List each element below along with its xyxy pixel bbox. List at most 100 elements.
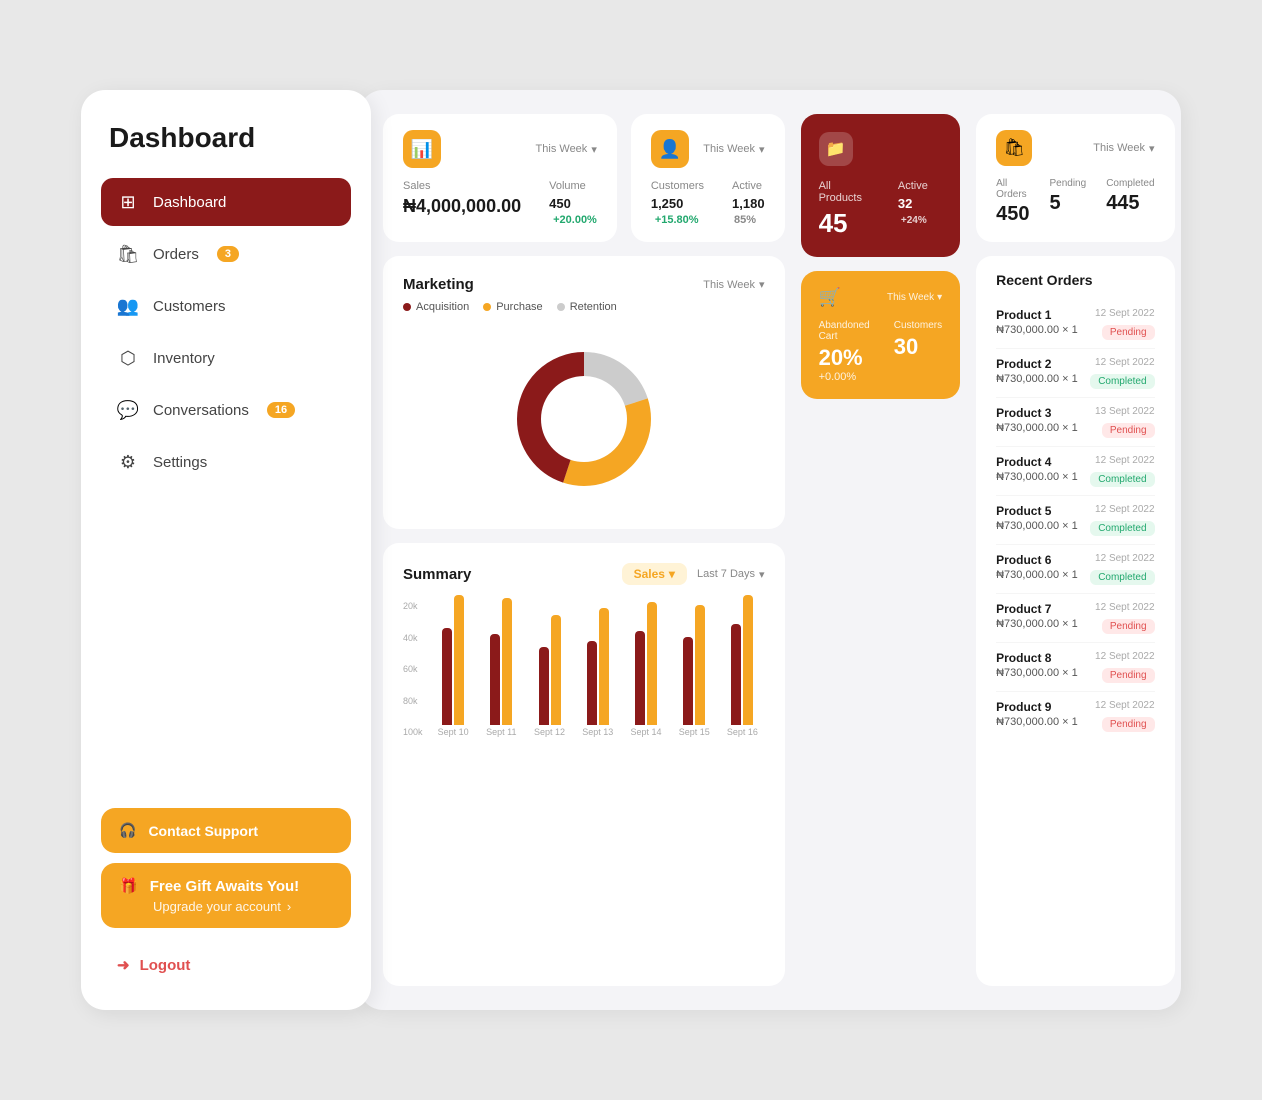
period-selector[interactable]: Last 7 Days ▾ (697, 568, 765, 581)
sidebar-item-customers[interactable]: 👥 Customers (101, 282, 351, 330)
sidebar-bottom: 🎧 Contact Support 🎁 Free Gift Awaits You… (101, 808, 351, 982)
volume-group: Volume 450 +20.00% (549, 180, 597, 226)
bar-pair (587, 589, 609, 725)
sidebar-item-label: Orders (153, 246, 199, 263)
pending-orders-value: 5 (1049, 192, 1086, 215)
completed-orders-group: Completed 445 (1106, 178, 1154, 226)
active-products-group: Active 32 +24% (898, 180, 942, 239)
donut-chart (403, 329, 765, 509)
order-name: Product 1 (996, 308, 1078, 322)
bar-group: Sept 14 (624, 589, 668, 737)
completed-orders-value: 445 (1106, 192, 1154, 215)
bar-yellow (599, 608, 609, 725)
order-status: Completed (1090, 472, 1154, 487)
bar-group: Sept 12 (527, 589, 571, 737)
orders-badge: 3 (217, 246, 239, 262)
order-date: 12 Sept 2022 (1095, 308, 1155, 319)
order-status: Pending (1102, 325, 1155, 340)
sidebar-item-label: Settings (153, 454, 207, 471)
sidebar: Dashboard ⊞ Dashboard 🛍 Orders 3 👥 Custo… (81, 90, 371, 1010)
folder-icon: 📁 (819, 132, 853, 166)
abandoned-change: +0.00% (819, 371, 870, 383)
order-name: Product 8 (996, 651, 1078, 665)
pending-orders-group: Pending 5 (1049, 178, 1086, 226)
chevron-down-icon: ▾ (759, 143, 765, 156)
active-value: 1,180 85% (732, 196, 765, 226)
cart-customers-value: 30 (894, 334, 942, 360)
order-name: Product 3 (996, 406, 1078, 420)
bar-label: Sept 13 (582, 727, 613, 737)
sales-week-selector[interactable]: This Week ▾ (536, 143, 597, 156)
dashboard-icon: ⊞ (117, 191, 139, 213)
logout-label: Logout (140, 957, 191, 974)
bar-dark (442, 628, 452, 726)
table-row: Product 9 ₦730,000.00 × 1 12 Sept 2022 P… (996, 692, 1154, 740)
main-content: 📊 This Week ▾ Sales ₦4,000,000.00 Volume (359, 90, 1181, 1010)
summary-controls: Sales ▾ Last 7 Days ▾ (622, 563, 765, 585)
gift-button[interactable]: 🎁 Free Gift Awaits You! Upgrade your acc… (101, 863, 351, 928)
bar-label: Sept 11 (486, 727, 516, 737)
sidebar-item-settings[interactable]: ⚙ Settings (101, 438, 351, 486)
sidebar-item-conversations[interactable]: 💬 Conversations 16 (101, 386, 351, 434)
gift-icon: 🎁 (119, 877, 138, 895)
bar-dark (539, 647, 549, 725)
product-card: 📁 All Products 45 Active 32 +24% (801, 114, 961, 257)
bar-group: Sept 16 (720, 589, 764, 737)
contact-support-button[interactable]: 🎧 Contact Support (101, 808, 351, 853)
order-date: 12 Sept 2022 (1095, 602, 1155, 613)
bar-chart: 100k80k60k40k20kSept 10Sept 11Sept 12Sep… (403, 601, 765, 761)
summary-card: Summary Sales ▾ Last 7 Days ▾ 100k80k60k… (383, 543, 785, 986)
logout-button[interactable]: ➜ Logout (101, 948, 351, 982)
recent-orders-card: Recent Orders Product 1 ₦730,000.00 × 1 … (976, 256, 1174, 986)
bar-dark (635, 631, 645, 725)
sales-tag[interactable]: Sales ▾ (622, 563, 687, 585)
cart-week-selector[interactable]: This Week ▾ (887, 292, 942, 303)
legend-acquisition: Acquisition (403, 301, 469, 313)
chevron-down-icon: ▾ (759, 278, 765, 291)
bar-pair (490, 589, 512, 725)
sidebar-item-label: Conversations (153, 402, 249, 419)
cart-icon: 🛒 (819, 287, 841, 308)
sales-group: Sales ₦4,000,000.00 (403, 180, 521, 226)
sidebar-item-inventory[interactable]: ⬡ Inventory (101, 334, 351, 382)
legend-purchase: Purchase (483, 301, 542, 313)
marketing-week-selector[interactable]: This Week ▾ (703, 278, 764, 291)
app-container: Dashboard ⊞ Dashboard 🛍 Orders 3 👥 Custo… (81, 90, 1181, 1010)
orders-list: Product 1 ₦730,000.00 × 1 12 Sept 2022 P… (996, 300, 1154, 740)
table-row: Product 3 ₦730,000.00 × 1 13 Sept 2022 P… (996, 398, 1154, 447)
order-date: 12 Sept 2022 (1090, 455, 1154, 466)
bar-pair (539, 589, 561, 725)
acquisition-dot (403, 303, 411, 311)
sidebar-item-dashboard[interactable]: ⊞ Dashboard (101, 178, 351, 226)
order-right: 12 Sept 2022 Completed (1090, 357, 1154, 389)
all-products-group: All Products 45 (819, 180, 874, 239)
conversations-badge: 16 (267, 402, 295, 418)
cart-customers-group: Customers 30 (894, 320, 942, 383)
customers-week-selector[interactable]: This Week ▾ (703, 143, 764, 156)
order-price: ₦730,000.00 × 1 (996, 618, 1078, 630)
active-products-value: 32 +24% (898, 196, 942, 226)
bar-dark (587, 641, 597, 726)
order-date: 13 Sept 2022 (1095, 406, 1155, 417)
y-axis: 100k80k60k40k20k (403, 601, 431, 737)
bar-pair (683, 589, 705, 725)
order-right: 12 Sept 2022 Pending (1095, 308, 1155, 340)
bar-yellow (551, 615, 561, 726)
bar-group: Sept 11 (479, 589, 523, 737)
all-orders-value: 450 (996, 203, 1029, 226)
chevron-down-icon: ▾ (759, 568, 765, 581)
all-products-value: 45 (819, 208, 874, 239)
marketing-title: Marketing (403, 276, 474, 293)
gift-title: Free Gift Awaits You! (150, 878, 299, 895)
left-column: 📊 This Week ▾ Sales ₦4,000,000.00 Volume (383, 114, 785, 986)
order-info: Product 4 ₦730,000.00 × 1 (996, 455, 1078, 483)
order-status: Completed (1090, 521, 1154, 536)
order-right: 12 Sept 2022 Pending (1095, 602, 1155, 634)
orders-icon: 🛍 (996, 130, 1032, 166)
order-info: Product 5 ₦730,000.00 × 1 (996, 504, 1078, 532)
orders-week-selector[interactable]: This Week ▾ (1093, 142, 1154, 155)
sidebar-item-orders[interactable]: 🛍 Orders 3 (101, 230, 351, 278)
table-row: Product 8 ₦730,000.00 × 1 12 Sept 2022 P… (996, 643, 1154, 692)
order-name: Product 4 (996, 455, 1078, 469)
volume-value: 450 +20.00% (549, 196, 597, 226)
